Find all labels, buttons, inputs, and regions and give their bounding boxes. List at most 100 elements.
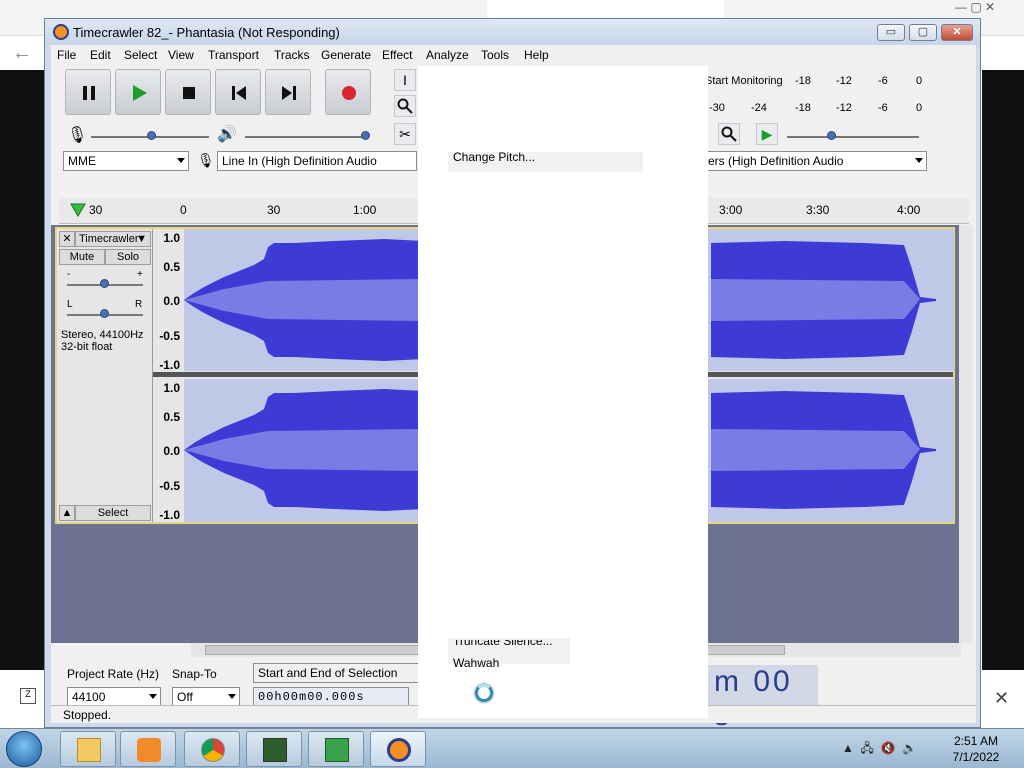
cut-button[interactable]: ✂ <box>394 123 416 145</box>
recording-device-select[interactable]: Line In (High Definition Audio <box>217 151 417 171</box>
ruler-label: 1:00 <box>353 203 377 217</box>
mute-button[interactable]: Mute <box>59 249 105 265</box>
pause-button[interactable] <box>65 69 111 115</box>
taskbar-media-player[interactable] <box>120 731 176 767</box>
chrome-icon <box>201 738 225 762</box>
microphone-icon: 🎙 <box>197 152 215 168</box>
menu-item-truncate-silence[interactable]: Truncate Silence... <box>453 640 553 648</box>
play-button[interactable] <box>115 69 161 115</box>
stop-button[interactable] <box>165 69 211 115</box>
menu-effect[interactable]: Effect <box>382 48 412 62</box>
menu-bar: File Edit Select View Transport Tracks G… <box>51 45 976 65</box>
menu-transport[interactable]: Transport <box>208 48 259 62</box>
taskbar-audacity[interactable] <box>370 731 426 767</box>
scale-label: -0.5 <box>159 329 180 343</box>
play-speed-slider[interactable] <box>787 136 919 138</box>
clock-time: 2:51 AM <box>953 734 999 748</box>
track-name-menu[interactable]: Timecrawler ▼ <box>75 231 151 247</box>
magnifier-icon <box>397 98 413 114</box>
minimize-button[interactable]: ▭ <box>877 24 905 41</box>
ruler-label: 3:30 <box>806 203 830 217</box>
rec-meter-tick: -18 <box>795 75 811 87</box>
selection-tool-button[interactable]: I <box>394 69 416 91</box>
menu-item-change-pitch[interactable]: Change Pitch... <box>453 150 535 164</box>
play-meter-tick: 0 <box>916 102 923 114</box>
gain-plus-label: + <box>137 269 143 280</box>
menu-tools[interactable]: Tools <box>481 48 509 62</box>
background-close-icon[interactable]: ✕ <box>994 688 1009 709</box>
menu-help[interactable]: Help <box>524 48 549 62</box>
zoom-tool-button[interactable] <box>394 95 416 117</box>
selection-mode-select[interactable]: Start and End of Selection <box>253 663 419 683</box>
scale-label: 0.5 <box>163 410 180 424</box>
pan-left-label: L <box>67 299 73 310</box>
playback-volume-slider[interactable] <box>245 136 367 138</box>
snap-to-label: Snap-To <box>172 667 217 681</box>
busy-spinner-icon <box>475 684 493 702</box>
record-button[interactable] <box>325 69 371 115</box>
skip-start-icon <box>232 86 246 100</box>
play-meter-tick: -24 <box>751 102 767 114</box>
pan-knob[interactable] <box>100 309 109 318</box>
effect-menu-dropdown: Change Pitch... Truncate Silence... Wahw… <box>418 66 708 718</box>
magnifier-icon <box>721 126 737 142</box>
menu-tracks[interactable]: Tracks <box>274 48 310 62</box>
back-arrow-icon[interactable]: ← <box>12 42 32 65</box>
clock[interactable]: 2:51 AM 7/1/2022 <box>936 733 1016 765</box>
menu-file[interactable]: File <box>57 48 76 62</box>
scale-label: -1.0 <box>159 508 180 522</box>
audacity-icon <box>387 738 411 762</box>
playback-device-select[interactable]: ers (High Definition Audio <box>703 151 927 171</box>
media-player-icon <box>137 738 161 762</box>
selection-start-time[interactable]: 00h00m00.000s <box>253 687 409 707</box>
play-speed-knob[interactable] <box>827 131 836 140</box>
scale-label: 0.5 <box>163 260 180 274</box>
start-monitoring-label[interactable]: Start Monitoring <box>705 75 783 87</box>
solo-button[interactable]: Solo <box>105 249 151 265</box>
track-select-button[interactable]: Select <box>75 505 151 521</box>
maximize-button[interactable]: ▢ <box>909 24 937 41</box>
play-at-speed-button[interactable]: ▶ <box>756 123 778 145</box>
download-icon <box>325 738 349 762</box>
taskbar-explorer[interactable] <box>60 731 116 767</box>
close-button[interactable]: ✕ <box>941 24 973 41</box>
snap-to-select[interactable]: Off <box>172 687 240 707</box>
track-control-panel: ✕ Timecrawler ▼ Mute Solo - + L R Stereo,… <box>57 229 153 522</box>
audio-host-select[interactable]: MME <box>63 151 189 171</box>
play-meter-tick: -12 <box>836 102 852 114</box>
zoom-toggle-button[interactable] <box>718 123 740 145</box>
track-close-button[interactable]: ✕ <box>59 231 75 247</box>
background-dark-right <box>982 70 1024 670</box>
rec-meter-tick: 0 <box>916 75 923 87</box>
scale-label: 1.0 <box>163 231 180 245</box>
recording-volume-knob[interactable] <box>147 131 156 140</box>
project-rate-select[interactable]: 44100 <box>67 687 161 707</box>
start-button[interactable] <box>6 731 42 767</box>
menu-select[interactable]: Select <box>124 48 157 62</box>
collapse-track-button[interactable]: ▲ <box>59 505 75 521</box>
scale-label: 0.0 <box>163 444 180 458</box>
taskbar: ▲ 🖧 🔇 🔈 2:51 AM 7/1/2022 <box>0 728 1024 768</box>
menu-generate[interactable]: Generate <box>321 48 371 62</box>
speaker-icon: 🔊 <box>217 126 237 143</box>
ruler-label: 30 <box>89 203 103 217</box>
menu-edit[interactable]: Edit <box>90 48 111 62</box>
taskbar-download-manager[interactable] <box>308 731 364 767</box>
taskbar-chrome[interactable] <box>184 731 240 767</box>
record-icon <box>342 86 356 100</box>
playback-volume-knob[interactable] <box>361 131 370 140</box>
scale-label: -1.0 <box>159 358 180 372</box>
skip-end-button[interactable] <box>265 69 311 115</box>
microphone-icon: 🎙 <box>67 127 88 144</box>
task-manager-icon <box>263 738 287 762</box>
menu-analyze[interactable]: Analyze <box>426 48 469 62</box>
vertical-scrollbar[interactable] <box>959 225 973 643</box>
menu-view[interactable]: View <box>168 48 194 62</box>
system-tray[interactable]: ▲ 🖧 🔇 🔈 <box>842 739 917 760</box>
taskbar-task-manager[interactable] <box>246 731 302 767</box>
menu-item-wahwah[interactable]: Wahwah <box>453 656 499 667</box>
stop-icon <box>183 87 195 99</box>
skip-start-button[interactable] <box>215 69 261 115</box>
gain-knob[interactable] <box>100 279 109 288</box>
audio-position-display: m 00 s <box>708 665 818 732</box>
